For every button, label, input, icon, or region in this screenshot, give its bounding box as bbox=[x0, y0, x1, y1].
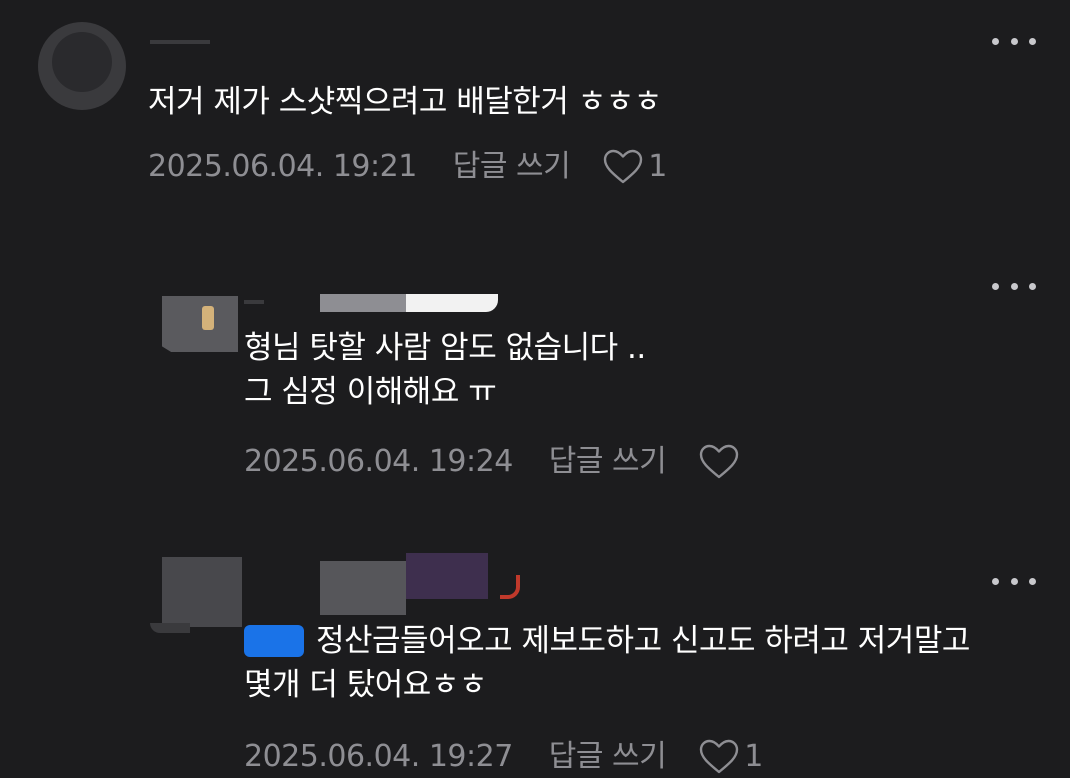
more-dots-icon bbox=[992, 282, 999, 290]
comment-text: 저거 제가 스샷찍으려고 배달한거 ㅎㅎㅎ bbox=[148, 84, 662, 120]
comment-text: 정산금들어오고 제보도하고 신고도 하려고 저거말고 몇개 더 탔어요ㅎㅎ bbox=[244, 623, 970, 703]
comment-date: 2025.06.04. 19:24 bbox=[244, 444, 513, 479]
avatar[interactable] bbox=[38, 22, 126, 110]
comment-meta: 2025.06.04. 19:27 답글 쓰기 1 bbox=[244, 737, 763, 777]
username-redacted bbox=[320, 561, 406, 615]
like-button[interactable]: 1 bbox=[602, 147, 667, 187]
username-redacted bbox=[406, 553, 488, 599]
username-redacted bbox=[320, 294, 406, 312]
more-dots-icon bbox=[992, 577, 999, 585]
more-options-button[interactable] bbox=[992, 35, 1036, 47]
avatar[interactable] bbox=[150, 557, 242, 633]
heart-outline-icon bbox=[604, 149, 643, 184]
avatar[interactable] bbox=[162, 296, 238, 352]
like-button[interactable]: 1 bbox=[698, 737, 763, 777]
comment-date: 2025.06.04. 19:21 bbox=[148, 149, 417, 184]
reply-button[interactable]: 답글 쓰기 bbox=[549, 442, 667, 482]
heart-outline-icon bbox=[700, 739, 739, 774]
more-options-button[interactable] bbox=[992, 280, 1036, 292]
comment-date: 2025.06.04. 19:27 bbox=[244, 739, 513, 774]
comment-item: 형님 탓할 사람 암도 없습니다 .. 그 심정 이해해요 ㅠ 2025.06.… bbox=[0, 270, 1070, 500]
like-count: 1 bbox=[648, 149, 668, 184]
comment-meta: 2025.06.04. 19:21 답글 쓰기 1 bbox=[148, 147, 667, 187]
comment-meta: 2025.06.04. 19:24 답글 쓰기 bbox=[244, 442, 744, 482]
more-options-button[interactable] bbox=[992, 575, 1036, 587]
comment-text: 형님 탓할 사람 암도 없습니다 .. 그 심정 이해해요 ㅠ bbox=[244, 330, 646, 410]
comment-item: 정산금들어오고 제보도하고 신고도 하려고 저거말고 몇개 더 탔어요ㅎㅎ 20… bbox=[0, 545, 1070, 778]
reply-button[interactable]: 답글 쓰기 bbox=[549, 737, 667, 777]
username-redacted bbox=[406, 294, 498, 312]
username-redacted bbox=[244, 300, 264, 304]
heart-outline-icon bbox=[700, 444, 739, 479]
mention-tag[interactable] bbox=[244, 625, 304, 657]
reply-button[interactable]: 답글 쓰기 bbox=[453, 147, 571, 187]
more-dots-icon bbox=[992, 37, 999, 45]
username-redacted bbox=[500, 575, 520, 599]
comment-item: 저거 제가 스샷찍으려고 배달한거 ㅎㅎㅎ 2025.06.04. 19:21 … bbox=[0, 0, 1070, 220]
username-redacted bbox=[150, 40, 210, 44]
like-count: 1 bbox=[744, 739, 764, 774]
like-button[interactable] bbox=[698, 443, 744, 481]
